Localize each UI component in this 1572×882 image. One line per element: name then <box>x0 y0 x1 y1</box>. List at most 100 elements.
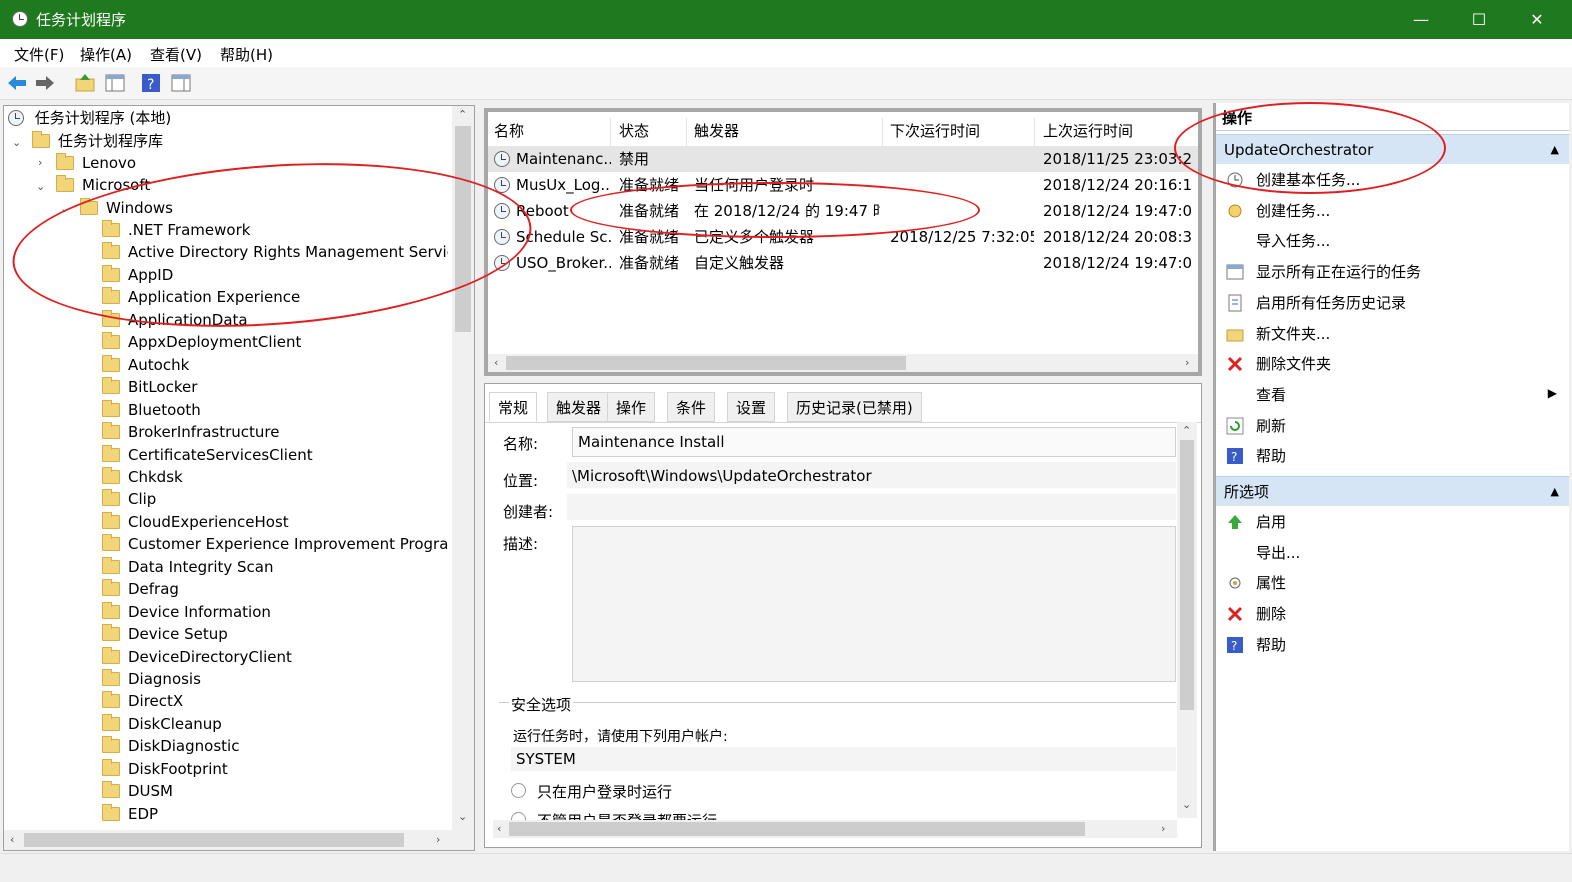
section-selected-item[interactable]: 所选项 ▲ <box>1216 476 1569 506</box>
tree-folder-item[interactable]: DUSM <box>102 780 448 802</box>
details-vertical-scrollbar[interactable]: ⌃ ⌄ <box>1177 422 1197 818</box>
tree-folder-item[interactable]: Chkdsk <box>102 466 448 488</box>
scroll-up-icon[interactable]: ⌃ <box>458 108 467 121</box>
tree-library-label: 任务计划程序库 <box>58 132 164 150</box>
column-header-name[interactable]: 名称 <box>494 120 524 141</box>
action-item[interactable]: 查看 ▶ <box>1216 380 1569 410</box>
scroll-down-icon[interactable]: ⌄ <box>458 810 467 823</box>
tab-settings[interactable]: 设置 <box>727 392 776 422</box>
scroll-down-icon[interactable]: ⌄ <box>1182 798 1191 811</box>
tree-folder-item[interactable]: CertificateServicesClient <box>102 444 448 466</box>
tasklist-horizontal-scrollbar[interactable]: ‹ › <box>488 354 1198 372</box>
folder-icon <box>56 175 74 192</box>
up-folder-icon[interactable] <box>74 72 96 94</box>
tree-folder-item[interactable]: DeviceDirectoryClient <box>102 646 448 668</box>
show-hide-tree-icon[interactable] <box>104 72 126 94</box>
tree-folder-item[interactable]: DiskCleanup <box>102 713 448 735</box>
collapsed-chevron-icon[interactable]: › <box>38 156 42 169</box>
tree-folder-item[interactable]: Clip <box>102 488 448 510</box>
tree-folder-item[interactable]: DirectX <box>102 690 448 712</box>
menu-help[interactable]: 帮助(H) <box>220 44 273 65</box>
task-description-box[interactable] <box>572 526 1176 682</box>
tree-root[interactable]: 任务计划程序 (本地) <box>8 107 171 129</box>
tree-folder-item[interactable]: DiskFootprint <box>102 758 448 780</box>
action-item[interactable]: ? 帮助 <box>1216 630 1569 660</box>
action-item[interactable]: 创建任务... <box>1216 196 1569 226</box>
scroll-thumb[interactable] <box>506 356 906 370</box>
details-horizontal-scrollbar[interactable]: ‹ › <box>493 820 1177 838</box>
collapse-triangle-icon[interactable]: ▲ <box>1551 135 1559 165</box>
collapse-triangle-icon[interactable]: ▲ <box>1551 477 1559 507</box>
action-item[interactable]: 删除 <box>1216 599 1569 629</box>
action-item[interactable]: 刷新 <box>1216 411 1569 441</box>
action-item[interactable]: 导入任务... <box>1216 226 1569 256</box>
column-header-trigger[interactable]: 触发器 <box>694 120 739 141</box>
tree-folder-label: Diagnosis <box>128 670 201 688</box>
tree-folder-item[interactable]: Defrag <box>102 578 448 600</box>
tree-folder-item[interactable]: Device Setup <box>102 623 448 645</box>
menu-action[interactable]: 操作(A) <box>80 44 132 65</box>
scroll-thumb[interactable] <box>1180 440 1194 710</box>
logged-on-only-radio[interactable] <box>511 783 526 798</box>
run-whether-logged-on-radio[interactable] <box>511 812 526 820</box>
column-header-status[interactable]: 状态 <box>619 120 649 141</box>
tree-folder-item[interactable]: BrokerInfrastructure <box>102 421 448 443</box>
task-name-field[interactable]: Maintenance Install <box>572 427 1176 457</box>
expand-chevron-icon[interactable]: ⌄ <box>36 180 45 193</box>
tree-item-lenovo[interactable]: Lenovo <box>56 152 136 174</box>
scroll-right-icon[interactable]: › <box>436 833 440 846</box>
tab-triggers[interactable]: 触发器 <box>547 392 611 422</box>
column-header-next-run[interactable]: 下次运行时间 <box>890 120 980 141</box>
task-cell: 2018/12/24 20:16:18 <box>1043 176 1193 194</box>
close-button[interactable]: ✕ <box>1508 0 1566 39</box>
scroll-right-icon[interactable]: › <box>1161 822 1165 835</box>
scroll-up-icon[interactable]: ⌃ <box>1182 424 1191 437</box>
tree-folder-item[interactable]: Diagnosis <box>102 668 448 690</box>
action-item[interactable]: 新文件夹... <box>1216 319 1569 349</box>
tree-folder-item[interactable]: Device Information <box>102 601 448 623</box>
tab-actions[interactable]: 操作 <box>607 392 656 422</box>
tree-horizontal-scrollbar[interactable]: ‹ › <box>4 830 474 850</box>
action-item[interactable]: 启用 <box>1216 507 1569 537</box>
tree-folder-item[interactable]: AppxDeploymentClient <box>102 331 448 353</box>
action-item[interactable]: 启用所有任务历史记录 <box>1216 288 1569 318</box>
scroll-left-icon[interactable]: ‹ <box>497 822 501 835</box>
task-row[interactable]: Maintenanc... 禁用 2018/11/25 23:03:21 <box>488 146 1198 172</box>
task-row[interactable]: USO_Broker... 准备就绪 自定义触发器 2018/12/24 19:47:… <box>488 250 1198 276</box>
back-arrow-icon[interactable] <box>6 72 28 94</box>
menu-view[interactable]: 查看(V) <box>150 44 202 65</box>
action-item[interactable]: 属性 <box>1216 568 1569 598</box>
tab-conditions[interactable]: 条件 <box>667 392 716 422</box>
expand-chevron-icon[interactable]: ⌄ <box>12 136 21 149</box>
tree-folder-label: CloudExperienceHost <box>128 512 289 531</box>
scroll-thumb[interactable] <box>509 822 1085 836</box>
tree-folder-item[interactable]: Bluetooth <box>102 399 448 421</box>
maximize-button[interactable]: ☐ <box>1450 0 1508 39</box>
forward-arrow-icon[interactable] <box>34 72 56 94</box>
tree-folder-item[interactable]: DiskDiagnostic <box>102 735 448 757</box>
scroll-thumb[interactable] <box>24 833 404 847</box>
folder-icon <box>102 444 120 462</box>
action-item[interactable]: 导出... <box>1216 538 1569 568</box>
menu-file[interactable]: 文件(F) <box>14 44 64 65</box>
tab-history[interactable]: 历史记录(已禁用) <box>787 392 922 422</box>
minimize-button[interactable]: — <box>1392 0 1450 39</box>
action-item[interactable]: ? 帮助 <box>1216 441 1569 471</box>
scroll-right-icon[interactable]: › <box>1185 356 1189 369</box>
tree-folder-item[interactable]: EDP <box>102 803 448 825</box>
tree-folder-item[interactable]: Customer Experience Improvement Program <box>102 533 448 555</box>
action-item-label: 删除文件夹 <box>1256 355 1332 374</box>
tab-general[interactable]: 常规 <box>489 392 538 422</box>
help-icon[interactable]: ? <box>140 72 162 94</box>
tree-folder-item[interactable]: BitLocker <box>102 376 448 398</box>
column-header-last-run[interactable]: 上次运行时间 <box>1043 120 1133 141</box>
action-item[interactable]: 删除文件夹 <box>1216 349 1569 379</box>
tree-library[interactable]: 任务计划程序库 <box>32 130 163 152</box>
scroll-left-icon[interactable]: ‹ <box>494 356 498 369</box>
scroll-left-icon[interactable]: ‹ <box>10 833 14 846</box>
action-item[interactable]: 显示所有正在运行的任务 <box>1216 257 1569 287</box>
show-hide-action-pane-icon[interactable] <box>170 72 192 94</box>
tree-folder-item[interactable]: Autochk <box>102 354 448 376</box>
tree-folder-item[interactable]: Data Integrity Scan <box>102 556 448 578</box>
tree-folder-item[interactable]: CloudExperienceHost <box>102 511 448 533</box>
